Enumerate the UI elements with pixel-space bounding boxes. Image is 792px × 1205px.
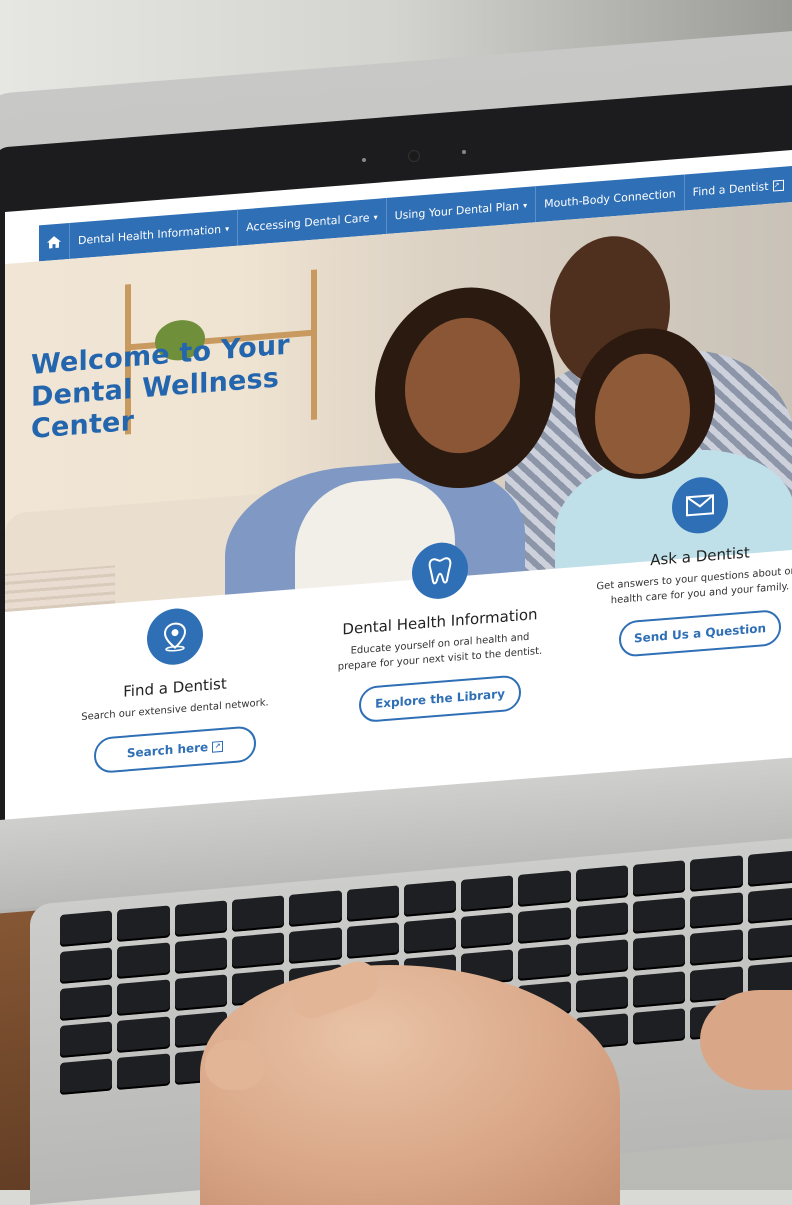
key[interactable] xyxy=(747,924,792,961)
key[interactable] xyxy=(747,850,792,887)
key[interactable] xyxy=(346,922,399,959)
caret-down-icon: ▾ xyxy=(373,212,378,222)
key[interactable] xyxy=(117,1053,170,1090)
key[interactable] xyxy=(117,905,170,942)
key[interactable] xyxy=(289,927,342,964)
key[interactable] xyxy=(461,912,514,949)
key[interactable] xyxy=(518,870,571,907)
key[interactable] xyxy=(60,984,113,1021)
key[interactable] xyxy=(575,865,629,902)
envelope-icon xyxy=(672,475,728,536)
map-pin-icon xyxy=(147,606,203,667)
sensor-dot xyxy=(462,150,466,154)
button-label: Search here xyxy=(126,740,209,761)
key[interactable] xyxy=(633,860,686,897)
key[interactable] xyxy=(117,942,170,979)
key[interactable] xyxy=(117,1016,170,1053)
nav-label: Dental Health Information xyxy=(78,222,222,247)
sensor-dot xyxy=(362,158,366,162)
key[interactable] xyxy=(690,855,743,892)
key[interactable] xyxy=(60,947,113,984)
key[interactable] xyxy=(633,1008,686,1045)
card-dental-health-information: Dental Health Information Educate yourse… xyxy=(330,534,550,725)
key[interactable] xyxy=(575,902,629,939)
nav-label: Find a Dentist xyxy=(692,179,769,199)
key[interactable] xyxy=(174,974,227,1011)
key[interactable] xyxy=(346,885,399,922)
hero-title: Welcome to Your Dental Wellness Center xyxy=(31,329,290,445)
key[interactable] xyxy=(518,907,571,944)
key[interactable] xyxy=(289,890,342,927)
card-ask-a-dentist: Ask a Dentist Get answers to your questi… xyxy=(590,469,792,660)
key[interactable] xyxy=(633,971,686,1008)
key[interactable] xyxy=(174,937,227,974)
explore-library-button[interactable]: Explore the Library xyxy=(359,674,521,724)
webcam xyxy=(408,150,420,162)
key[interactable] xyxy=(60,1058,113,1095)
key[interactable] xyxy=(690,892,743,929)
caret-down-icon: ▾ xyxy=(523,200,528,210)
external-link-icon: ↗ xyxy=(772,179,784,192)
key[interactable] xyxy=(518,944,571,981)
key[interactable] xyxy=(117,979,170,1016)
key[interactable] xyxy=(231,895,285,932)
nav-label: Accessing Dental Care xyxy=(246,210,370,234)
key[interactable] xyxy=(747,887,792,924)
key[interactable] xyxy=(403,917,457,954)
key[interactable] xyxy=(633,934,686,971)
key[interactable] xyxy=(231,932,285,969)
key[interactable] xyxy=(60,910,113,947)
key[interactable] xyxy=(575,976,629,1013)
card-find-a-dentist: Find a Dentist Search our extensive dent… xyxy=(65,600,285,776)
nav-label: Using Your Dental Plan xyxy=(394,199,520,222)
key[interactable] xyxy=(575,939,629,976)
search-here-button[interactable]: Search here ↗ xyxy=(94,725,256,774)
caret-down-icon: ▾ xyxy=(225,223,230,234)
key[interactable] xyxy=(690,929,743,966)
laptop-screen: Dental Health Information ▾ Accessing Den… xyxy=(5,150,792,827)
key[interactable] xyxy=(174,900,227,937)
key[interactable] xyxy=(60,1021,113,1058)
tooth-icon xyxy=(412,540,468,601)
nav-home[interactable] xyxy=(39,222,70,262)
key[interactable] xyxy=(461,875,514,912)
button-label: Send Us a Question xyxy=(633,621,767,646)
home-icon xyxy=(47,236,61,249)
finger xyxy=(205,1040,265,1090)
key[interactable] xyxy=(633,897,686,934)
send-question-button[interactable]: Send Us a Question xyxy=(619,608,781,658)
key[interactable] xyxy=(403,880,457,917)
button-label: Explore the Library xyxy=(375,686,505,711)
nav-label: Mouth-Body Connection xyxy=(544,186,676,211)
external-link-icon: ↗ xyxy=(212,740,224,753)
